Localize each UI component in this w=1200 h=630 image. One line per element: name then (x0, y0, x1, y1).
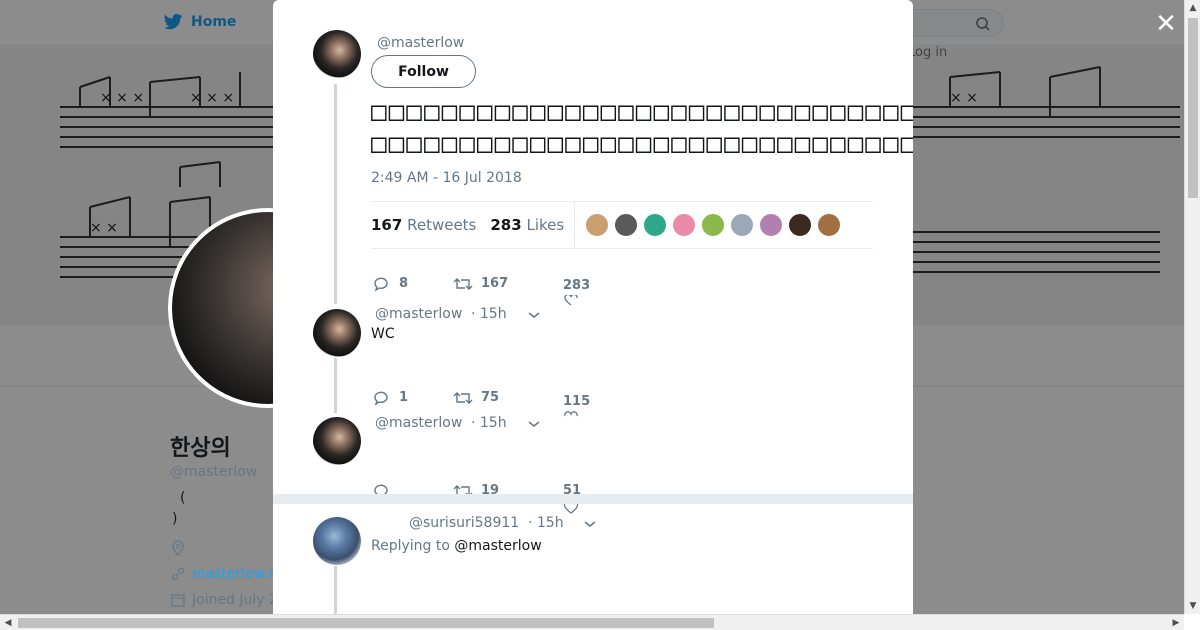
reply-icon (374, 277, 388, 292)
heart-icon (564, 411, 578, 417)
replying-to-label: Replying to (371, 538, 450, 554)
reply-author-handle[interactable]: @surisuri58911 (409, 515, 519, 531)
likes-count: 283 (490, 216, 522, 234)
conversation-separator (273, 494, 913, 504)
close-icon[interactable]: ✕ (1154, 11, 1178, 37)
reply-text: WC (371, 326, 395, 342)
thread-line (334, 358, 337, 413)
like-action[interactable]: 283 (563, 278, 623, 305)
reply-time[interactable]: · 15h (471, 306, 507, 322)
liker-avatar[interactable] (788, 213, 813, 237)
chevron-down-icon[interactable] (527, 419, 541, 429)
scroll-left-icon[interactable]: ◀ (0, 615, 16, 630)
reply-action[interactable]: 1 (373, 390, 453, 406)
retweet-icon (453, 277, 473, 290)
liker-avatar[interactable] (585, 213, 610, 237)
thread-line (334, 566, 337, 614)
profile-bio-line: ( (180, 490, 186, 506)
avatar[interactable] (313, 417, 361, 465)
profile-bio-line: ) (172, 511, 178, 527)
reply-count: 1 (399, 390, 409, 405)
replying-to: Replying to @masterlow (371, 538, 542, 554)
profile-bio: ( ) (172, 488, 278, 530)
link-icon (171, 567, 185, 581)
reply-actions: 19 51 (373, 467, 623, 514)
tweet-stats: 167 Retweets 283 Likes (371, 201, 873, 249)
reply-actions: 1 75 115 (373, 378, 623, 417)
scroll-up-icon[interactable]: ▲ (1185, 0, 1200, 16)
retweets-count: 167 (371, 216, 403, 234)
liker-avatar[interactable] (672, 213, 697, 237)
vertical-scrollbar[interactable]: ▲ ▼ (1184, 0, 1200, 614)
liker-avatar[interactable] (730, 213, 755, 237)
reply-action[interactable]: 8 (373, 276, 453, 292)
profile-url[interactable]: masterlow.n (170, 566, 278, 582)
avatar[interactable] (313, 517, 361, 565)
scrollbar-thumb[interactable] (1188, 18, 1198, 198)
follow-button[interactable]: Follow (371, 55, 476, 88)
thread-line (334, 84, 337, 304)
stats-divider (574, 202, 576, 248)
reply-time[interactable]: · 15h (471, 415, 507, 431)
profile-location (170, 540, 278, 556)
chevron-down-icon[interactable] (583, 519, 597, 529)
likes-stat[interactable]: 283 Likes (490, 216, 564, 234)
reply-time[interactable]: · 15h (528, 515, 564, 531)
profile-url-text[interactable]: masterlow.n (192, 566, 277, 582)
retweet-action[interactable]: 75 (453, 390, 533, 406)
retweet-count: 167 (481, 276, 509, 291)
scrollbar-thumb[interactable] (18, 618, 714, 628)
avatar[interactable] (313, 30, 361, 78)
like-count: 115 (563, 394, 591, 409)
retweets-label: Retweets (407, 216, 477, 234)
liker-avatar[interactable] (614, 213, 639, 237)
scroll-down-icon[interactable]: ▼ (1185, 598, 1200, 614)
login-link[interactable]: Log in (908, 45, 947, 60)
tweet-timestamp[interactable]: 2:49 AM - 16 Jul 2018 (371, 170, 522, 186)
liker-avatar[interactable] (643, 213, 668, 237)
reply-author-handle[interactable]: @masterlow (375, 306, 462, 322)
reply-author-handle[interactable]: @masterlow (375, 415, 462, 431)
chevron-down-icon[interactable] (527, 310, 541, 320)
profile-card: 한상의 @masterlow ( ) masterlow.n Joined Ju… (170, 430, 278, 608)
avatar[interactable] (313, 309, 361, 357)
replying-to-handle[interactable]: @masterlow (454, 538, 541, 554)
scroll-right-icon[interactable]: ▶ (1168, 615, 1184, 630)
tweet-text: □□□□□□□□□□□□□□□□□□□□□□□□□□□□□□□ □□□□□□□□□… (371, 96, 913, 160)
reply-count: 8 (399, 276, 409, 291)
likes-label: Likes (526, 216, 565, 234)
heart-icon (564, 295, 578, 305)
retweet-action[interactable]: 167 (453, 276, 533, 292)
liker-avatar[interactable] (817, 213, 842, 237)
tweet-actions: 8 167 283 (373, 262, 623, 305)
profile-handle: @masterlow (170, 464, 258, 480)
tweet-modal: @masterlow Follow □□□□□□□□□□□□□□□□□□□□□□… (273, 0, 913, 614)
liker-avatar[interactable] (701, 213, 726, 237)
tweet-text-line: □□□□□□□□□□□□□□□□□□□□□□□□□□□□□□□□□□□□□□□□… (371, 97, 913, 127)
retweet-count: 75 (481, 390, 500, 405)
profile-joined-text: Joined July 2 (192, 592, 278, 608)
profile-name: 한상의 (170, 436, 231, 461)
tweet-author-handle[interactable]: @masterlow (377, 35, 464, 51)
retweet-icon (453, 391, 473, 404)
reply-icon (374, 391, 388, 406)
like-action[interactable]: 115 (563, 394, 623, 417)
horizontal-scrollbar[interactable]: ◀ ▶ (0, 614, 1184, 630)
location-pin-icon (172, 540, 184, 556)
profile-joined: Joined July 2 (170, 592, 278, 608)
tweet-text-line: □□□□□□□□□□□□□□□□□□□□□□□□□□□□□□□□□□□□□□□□… (371, 129, 913, 159)
like-count: 283 (563, 278, 591, 293)
liker-avatar[interactable] (759, 213, 784, 237)
retweets-stat[interactable]: 167 Retweets (371, 216, 476, 234)
calendar-icon (171, 594, 185, 607)
liker-avatars (585, 213, 842, 237)
